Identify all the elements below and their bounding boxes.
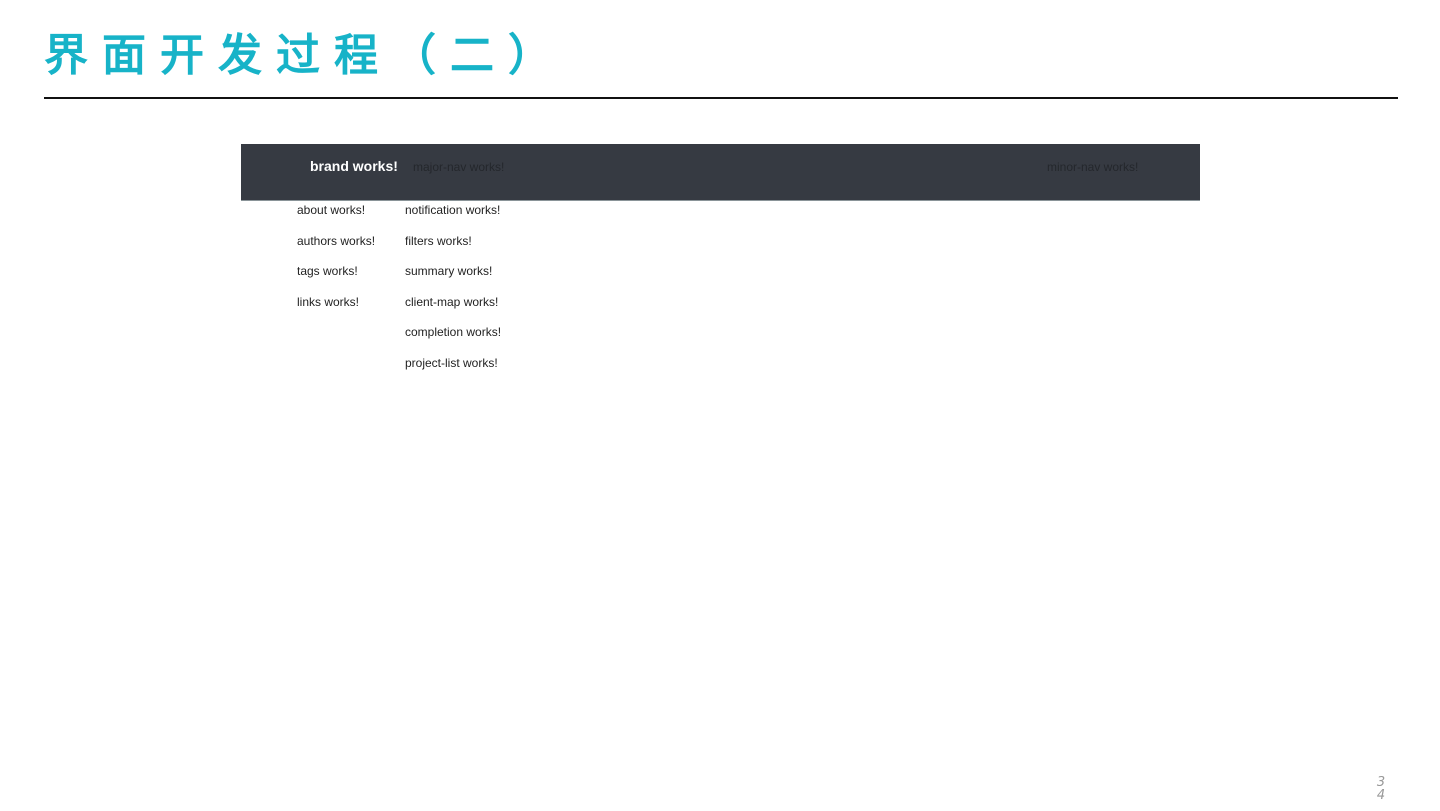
main-column: notification works! filters works! summa… — [405, 202, 501, 385]
authors-component: authors works! — [297, 233, 376, 248]
major-nav[interactable]: major-nav works! — [413, 160, 504, 174]
minor-nav[interactable]: minor-nav works! — [1047, 160, 1138, 174]
links-component: links works! — [297, 294, 360, 309]
brand-link[interactable]: brand works! — [310, 158, 398, 174]
page-number-digit: 4 — [1376, 788, 1386, 803]
slide-title: 界面开发过程（二） — [44, 30, 566, 81]
client-map-component: client-map works! — [405, 294, 499, 309]
page-number: 3 4 — [1376, 776, 1386, 802]
about-component: about works! — [297, 203, 366, 217]
filters-component: filters works! — [405, 233, 472, 248]
tags-component: tags works! — [297, 264, 358, 278]
summary-component: summary works! — [405, 264, 493, 278]
title-divider — [44, 97, 1398, 99]
navbar: brand works! major-nav works! minor-nav … — [241, 144, 1200, 201]
completion-component: completion works! — [405, 325, 502, 339]
sidebar-column: about works! authors works! tags works! … — [297, 202, 375, 324]
notification-component: notification works! — [405, 203, 501, 217]
app-screenshot: brand works! major-nav works! minor-nav … — [241, 144, 1200, 384]
project-list-component: project-list works! — [405, 355, 498, 370]
